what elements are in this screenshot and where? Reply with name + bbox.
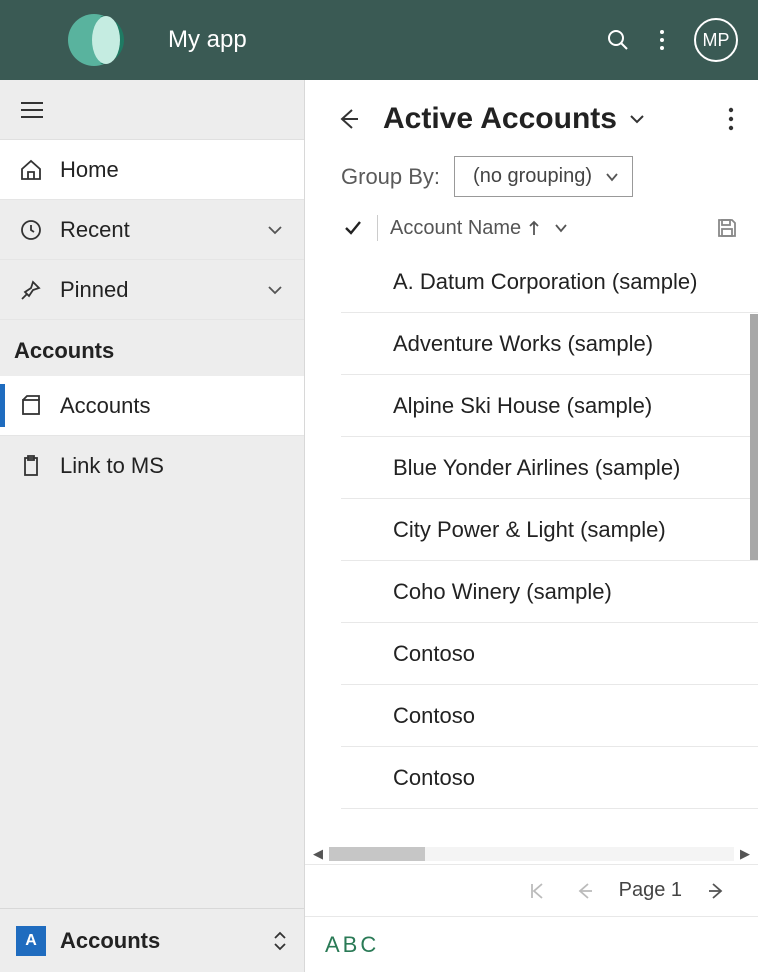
record-row[interactable]: Contoso [341,747,758,809]
clock-icon [18,217,44,243]
sort-ascending-icon[interactable] [527,219,541,237]
column-header-account-name[interactable]: Account Name [390,217,521,240]
area-label: Accounts [60,928,272,954]
nav-label: Link to MS [60,453,164,479]
jumpbar-text: ABC [325,932,379,958]
scroll-right-button[interactable]: ▶ [738,847,752,861]
area-badge: A [16,926,46,956]
vertical-scrollbar-thumb[interactable] [750,314,758,560]
nav-label: Pinned [60,277,129,303]
select-all-checkbox[interactable] [343,218,363,238]
chevron-down-icon [266,221,284,239]
scrollbar-thumb[interactable] [329,847,425,861]
record-row[interactable]: A. Datum Corporation (sample) [341,251,758,313]
clipboard-icon [18,453,44,479]
nav-recent[interactable]: Recent [0,200,304,260]
nav-pinned[interactable]: Pinned [0,260,304,320]
nav-label: Accounts [60,393,151,419]
prev-page-button[interactable] [575,881,595,901]
group-by-value: (no grouping) [473,165,592,187]
save-icon[interactable] [716,217,738,239]
column-header-row: Account Name [305,211,758,251]
page-label: Page 1 [619,879,682,902]
header-more-button[interactable] [640,18,684,62]
pin-icon [18,277,44,303]
pager: Page 1 [305,864,758,916]
chevron-down-icon [266,281,284,299]
divider [377,215,378,241]
alpha-jumpbar[interactable]: ABC [305,916,758,972]
scroll-left-button[interactable]: ◀ [311,847,325,861]
nav-label: Recent [60,217,130,243]
user-avatar[interactable]: MP [694,18,738,62]
back-button[interactable] [331,102,365,136]
nav-label: Home [60,157,119,183]
record-row[interactable]: Adventure Works (sample) [341,313,758,375]
view-title[interactable]: Active Accounts [383,102,617,136]
group-by-row: Group By: (no grouping) [305,150,758,211]
scrollbar-track[interactable] [329,847,734,861]
record-row[interactable]: Blue Yonder Airlines (sample) [341,437,758,499]
accounts-icon [18,393,44,419]
chevron-down-icon [604,169,620,185]
record-row[interactable]: Alpine Ski House (sample) [341,375,758,437]
view-selector-chevron[interactable] [627,109,647,129]
record-row[interactable]: Contoso [341,685,758,747]
app-logo [66,8,130,72]
view-more-button[interactable] [722,106,740,132]
nav-section-header: Accounts [0,320,304,376]
view-header: Active Accounts [305,80,758,150]
column-menu-button[interactable] [553,220,569,236]
nav-home[interactable]: Home [0,140,304,200]
main-pane: Active Accounts Group By: (no grouping) [305,80,758,972]
nav-link-to-ms[interactable]: Link to MS [0,436,304,496]
app-header: My app MP [0,0,758,80]
area-switcher[interactable]: A Accounts [0,908,304,972]
group-by-label: Group By: [341,164,440,190]
hamburger-button[interactable] [0,80,304,140]
nav-accounts[interactable]: Accounts [0,376,304,436]
horizontal-scrollbar: ◀ ▶ [305,844,758,864]
search-button[interactable] [596,18,640,62]
record-row[interactable]: City Power & Light (sample) [341,499,758,561]
record-row[interactable]: Contoso [341,623,758,685]
sidebar: Home Recent Pinned Accounts A [0,80,305,972]
first-page-button[interactable] [527,881,547,901]
record-row[interactable]: Coho Winery (sample) [341,561,758,623]
up-down-icon [272,931,288,951]
app-title: My app [168,26,247,54]
record-list: A. Datum Corporation (sample)Adventure W… [341,251,758,844]
next-page-button[interactable] [706,881,726,901]
home-icon [18,157,44,183]
group-by-select[interactable]: (no grouping) [454,156,633,197]
